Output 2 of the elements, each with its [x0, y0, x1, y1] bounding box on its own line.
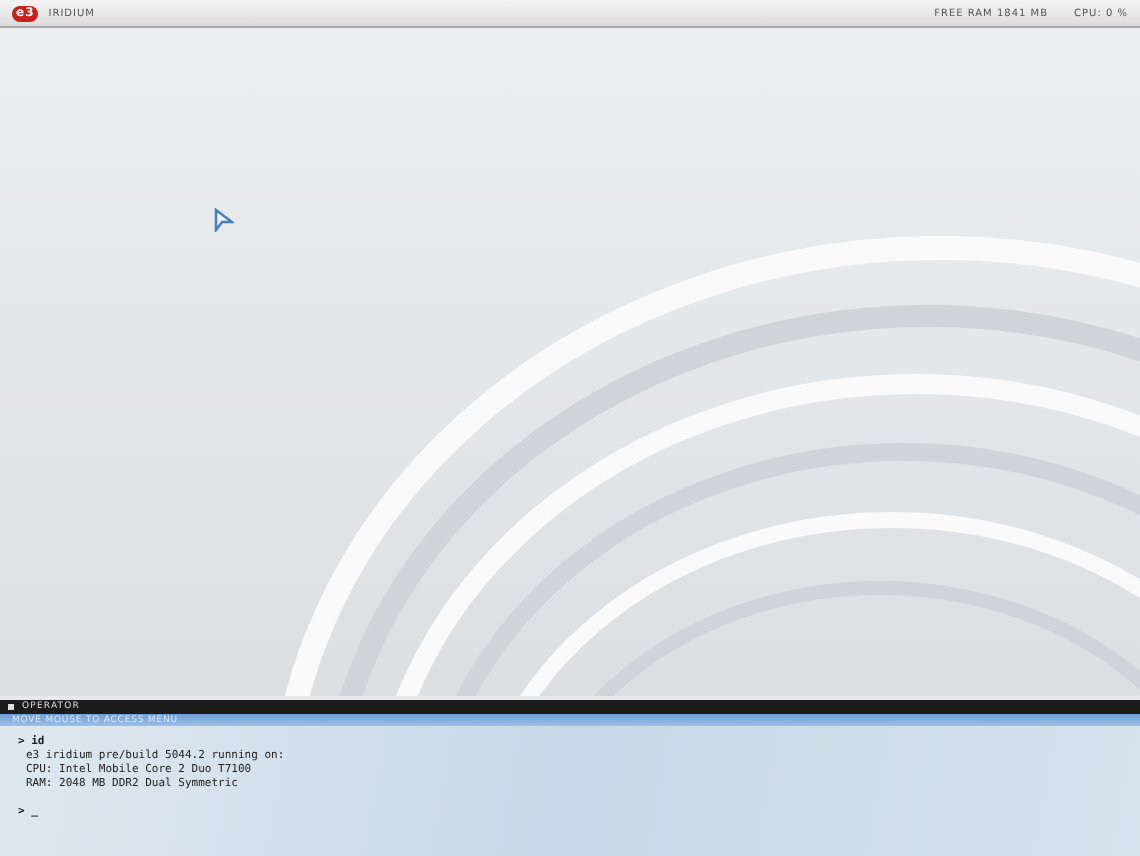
square-icon — [8, 704, 14, 710]
mouse-pointer-icon — [214, 208, 234, 232]
